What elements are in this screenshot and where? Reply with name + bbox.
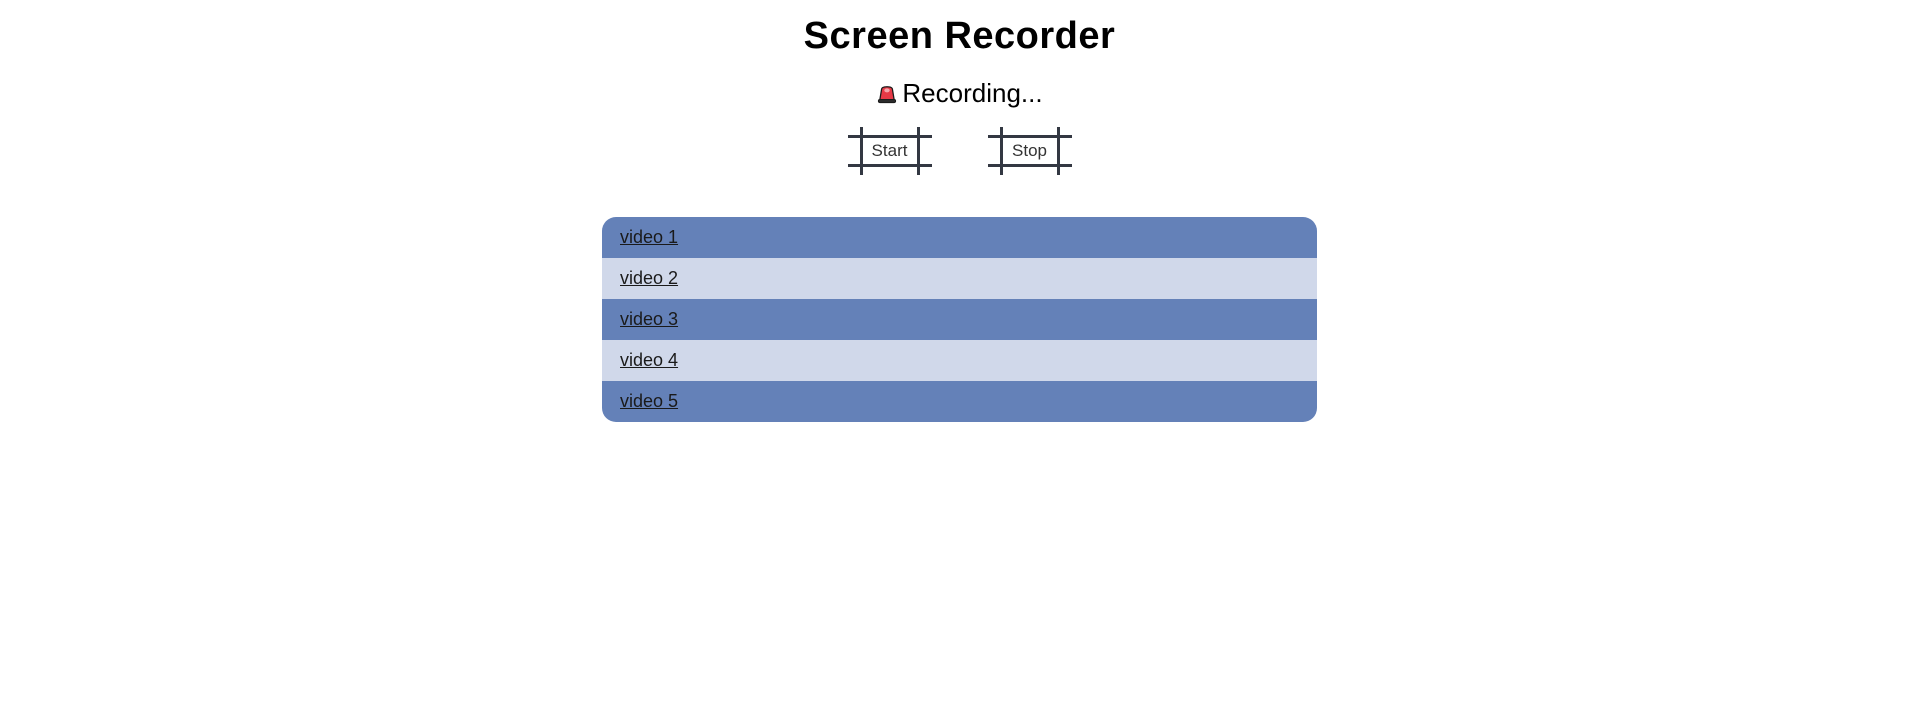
siren-icon bbox=[876, 84, 898, 104]
stop-button[interactable]: Stop bbox=[988, 127, 1072, 175]
controls-row: Start Stop bbox=[848, 127, 1072, 175]
status-text: Recording... bbox=[902, 78, 1042, 109]
video-link[interactable]: video 3 bbox=[620, 309, 678, 329]
start-button[interactable]: Start bbox=[848, 127, 932, 175]
list-item: video 3 bbox=[602, 299, 1317, 340]
video-link[interactable]: video 5 bbox=[620, 391, 678, 411]
page-title: Screen Recorder bbox=[804, 15, 1116, 58]
recording-status: Recording... bbox=[876, 78, 1042, 109]
video-link[interactable]: video 2 bbox=[620, 268, 678, 288]
list-item: video 4 bbox=[602, 340, 1317, 381]
video-list: video 1 video 2 video 3 video 4 video 5 bbox=[602, 217, 1317, 422]
list-item: video 1 bbox=[602, 217, 1317, 258]
stop-button-label: Stop bbox=[1012, 141, 1047, 161]
start-button-label: Start bbox=[872, 141, 908, 161]
video-link[interactable]: video 4 bbox=[620, 350, 678, 370]
list-item: video 2 bbox=[602, 258, 1317, 299]
video-link[interactable]: video 1 bbox=[620, 227, 678, 247]
list-item: video 5 bbox=[602, 381, 1317, 422]
